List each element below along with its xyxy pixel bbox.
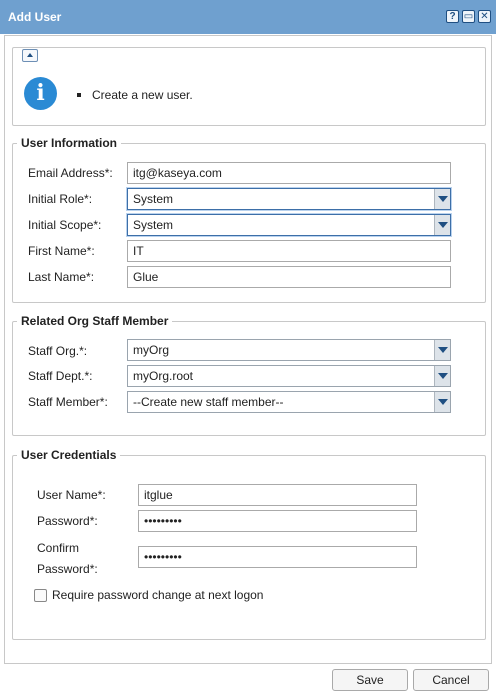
maximize-icon[interactable]: ▭ [462,10,475,23]
staff-member-value: --Create new staff member-- [133,395,284,409]
require-password-change-label: Require password change at next logon [52,588,264,602]
info-message: Create a new user. [92,88,193,102]
window-title: Add User [8,10,62,24]
user-information-legend: User Information [21,136,118,150]
chevron-down-icon[interactable] [434,392,450,412]
password-label: Password*: [37,514,98,528]
staff-org-label: Staff Org.*: [28,344,88,358]
staff-member-select[interactable]: --Create new staff member-- [127,391,451,413]
initial-role-select[interactable]: System [127,188,451,210]
last-name-field[interactable] [127,266,451,288]
initial-role-value: System [133,192,174,206]
confirm-password-field[interactable] [138,546,417,568]
collapse-up-icon[interactable] [22,49,38,62]
user-credentials-legend: User Credentials [21,448,117,462]
chevron-down-icon[interactable] [434,340,450,360]
initial-scope-select[interactable]: System [127,214,451,236]
staff-org-select[interactable]: myOrg [127,339,451,361]
require-password-change-checkbox[interactable] [34,589,47,602]
chevron-down-icon[interactable] [434,215,450,235]
confirm-label-line2: Password*: [37,562,98,576]
staff-dept-label: Staff Dept.*: [28,369,93,383]
confirm-label-line1: Confirm [37,541,80,555]
email-field[interactable] [127,162,451,184]
cancel-button[interactable]: Cancel [413,669,489,691]
username-field[interactable] [138,484,417,506]
info-group [12,47,486,126]
staff-org-value: myOrg [133,343,169,357]
chevron-down-icon[interactable] [434,366,450,386]
username-label: User Name*: [37,488,106,502]
bullet-icon [77,93,81,97]
initial-role-label: Initial Role*: [28,192,93,206]
last-name-label: Last Name*: [28,270,95,284]
save-button[interactable]: Save [332,669,408,691]
title-bar: Add User ? ▭ ✕ [0,0,496,34]
close-icon[interactable]: ✕ [478,10,491,23]
help-icon[interactable]: ? [446,10,459,23]
first-name-field[interactable] [127,240,451,262]
initial-scope-label: Initial Scope*: [28,218,102,232]
staff-dept-value: myOrg.root [133,369,194,383]
chevron-down-icon[interactable] [434,189,450,209]
password-field[interactable] [138,510,417,532]
user-credentials-group: User Credentials [12,448,486,640]
email-label: Email Address*: [28,166,113,180]
staff-member-legend: Related Org Staff Member [21,314,169,328]
initial-scope-value: System [133,218,174,232]
staff-dept-select[interactable]: myOrg.root [127,365,451,387]
first-name-label: First Name*: [28,244,95,258]
info-icon: i [24,77,57,110]
staff-member-label: Staff Member*: [28,395,108,409]
